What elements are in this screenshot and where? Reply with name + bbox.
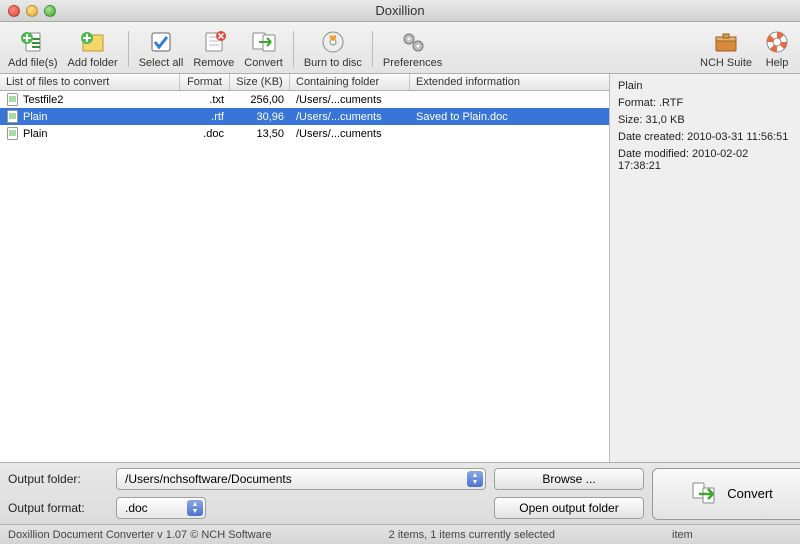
remove-icon	[199, 29, 229, 55]
header-size[interactable]: Size (KB)	[230, 74, 290, 90]
bottom-controls: Output folder: /Users/nchsoftware/Docume…	[0, 462, 800, 524]
select-all-icon	[146, 29, 176, 55]
output-folder-label: Output folder:	[8, 472, 108, 486]
nch-suite-button[interactable]: NCH Suite	[696, 27, 756, 71]
convert-icon	[249, 29, 279, 55]
add-files-button[interactable]: Add file(s)	[4, 27, 62, 71]
help-button[interactable]: Help	[758, 27, 796, 71]
add-folder-button[interactable]: Add folder	[64, 27, 122, 71]
disc-icon	[318, 29, 348, 55]
toolbox-icon	[711, 29, 741, 55]
status-item: item	[672, 529, 792, 541]
info-created: Date created: 2010-03-31 11:56:51	[618, 131, 792, 143]
output-format-dropdown[interactable]: .doc ▲▼	[116, 497, 206, 519]
info-modified: Date modified: 2010-02-02 17:38:21	[618, 148, 792, 172]
preferences-button[interactable]: Preferences	[379, 27, 446, 71]
status-selection: 2 items, 1 items currently selected	[272, 529, 672, 541]
select-all-button[interactable]: Select all	[135, 27, 188, 71]
header-folder[interactable]: Containing folder	[290, 74, 410, 90]
info-title: Plain	[618, 80, 792, 92]
info-pane: Plain Format: .RTF Size: 31,0 KB Date cr…	[610, 74, 800, 462]
remove-button[interactable]: Remove	[189, 27, 238, 71]
table-row[interactable]: Testfile2.txt256,00/Users/...cuments	[0, 91, 609, 108]
output-folder-dropdown[interactable]: /Users/nchsoftware/Documents ▲▼	[116, 468, 486, 490]
convert-button[interactable]: Convert	[240, 27, 287, 71]
toolbar: Add file(s) Add folder Select all Remove	[0, 22, 800, 74]
output-format-label: Output format:	[8, 501, 108, 515]
status-version: Doxillion Document Converter v 1.07 © NC…	[8, 529, 272, 541]
header-ext[interactable]: Extended information	[410, 74, 609, 90]
file-list-pane: List of files to convert Format Size (KB…	[0, 74, 610, 462]
convert-large-icon	[691, 480, 719, 508]
browse-button[interactable]: Browse ...	[494, 468, 644, 490]
table-row[interactable]: Plain.doc13,50/Users/...cuments	[0, 125, 609, 142]
plus-file-icon	[18, 29, 48, 55]
titlebar: Doxillion	[0, 0, 800, 22]
open-output-folder-button[interactable]: Open output folder	[494, 497, 644, 519]
status-bar: Doxillion Document Converter v 1.07 © NC…	[0, 524, 800, 544]
plus-folder-icon	[78, 29, 108, 55]
header-format[interactable]: Format	[180, 74, 230, 90]
dropdown-arrows-icon: ▲▼	[187, 500, 203, 516]
column-headers: List of files to convert Format Size (KB…	[0, 74, 609, 91]
burn-to-disc-button[interactable]: Burn to disc	[300, 27, 366, 71]
lifebuoy-icon	[762, 29, 792, 55]
table-row[interactable]: Plain.rtf30,96/Users/...cumentsSaved to …	[0, 108, 609, 125]
main-area: List of files to convert Format Size (KB…	[0, 74, 800, 462]
header-name[interactable]: List of files to convert	[0, 74, 180, 90]
file-rows[interactable]: Testfile2.txt256,00/Users/...cumentsPlai…	[0, 91, 609, 462]
info-size: Size: 31,0 KB	[618, 114, 792, 126]
gear-icon	[398, 29, 428, 55]
info-format: Format: .RTF	[618, 97, 792, 109]
big-convert-button[interactable]: Convert	[652, 468, 800, 520]
window-title: Doxillion	[0, 3, 800, 18]
dropdown-arrows-icon: ▲▼	[467, 471, 483, 487]
